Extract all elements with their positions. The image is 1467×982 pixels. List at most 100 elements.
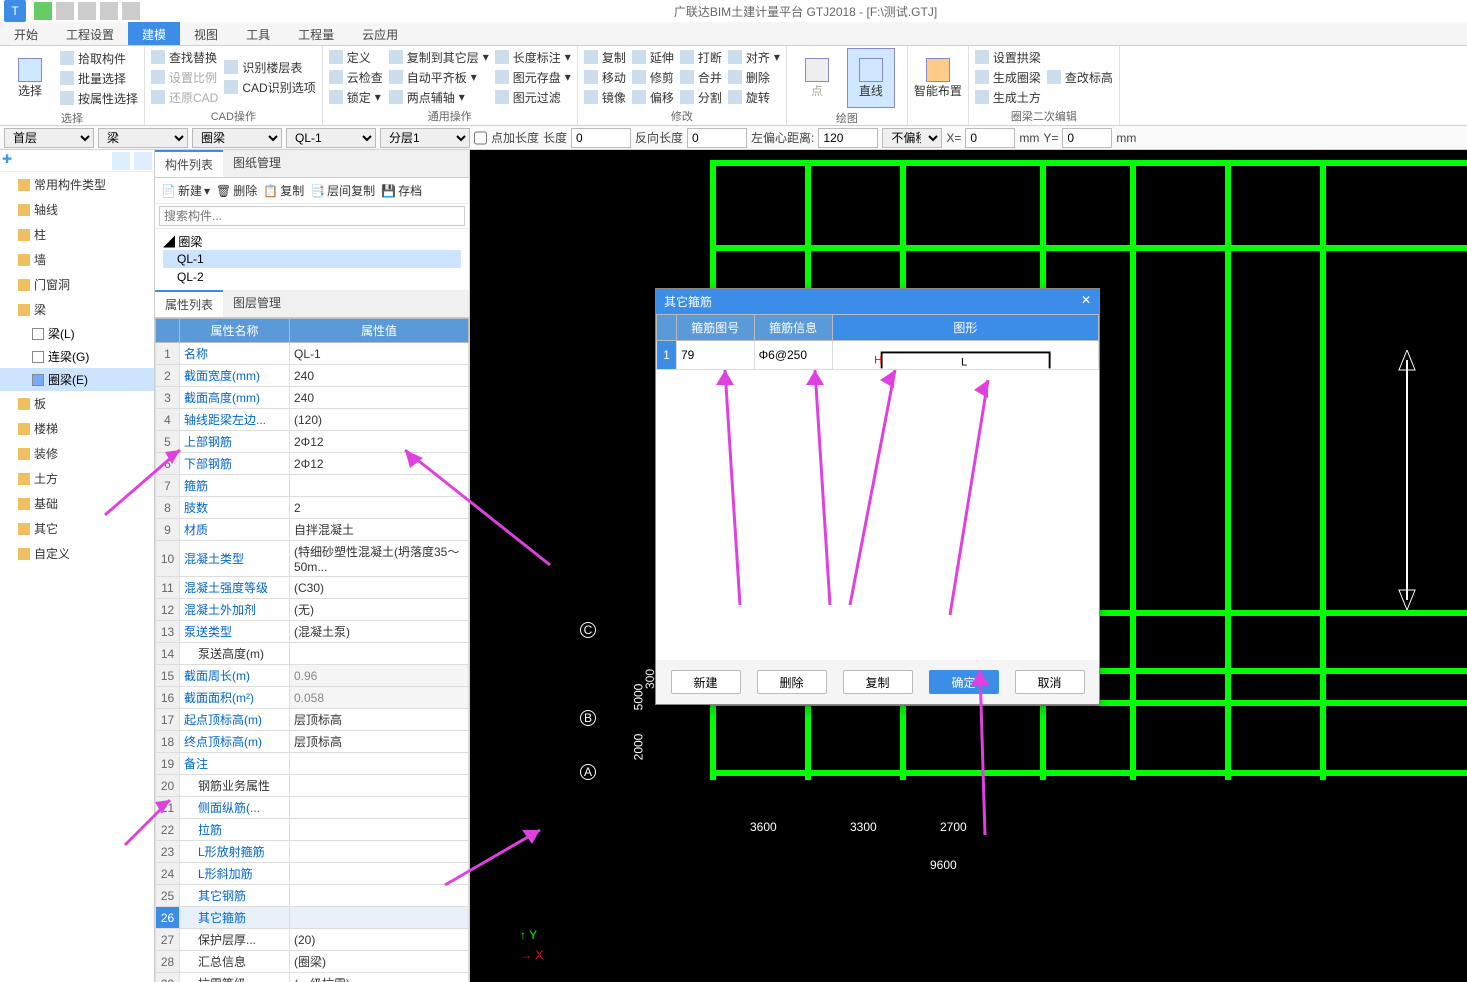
tab-view[interactable]: 视图 <box>180 22 232 45</box>
tab-quantity[interactable]: 工程量 <box>284 22 348 45</box>
revlen-input[interactable] <box>687 128 747 148</box>
subcat-select[interactable]: 圈梁 <box>192 128 282 148</box>
move-button[interactable]: 移动 <box>584 68 626 86</box>
del-button[interactable]: 🗑 删除 <box>216 182 257 199</box>
nav-beam-l[interactable]: 梁(L) <box>0 322 154 345</box>
prop-row[interactable]: 9材质自拌混凝土 <box>156 519 469 541</box>
nav-wall[interactable]: 墙 <box>0 247 154 272</box>
tab-complist[interactable]: 构件列表 <box>155 150 223 177</box>
add-icon[interactable]: ✚ <box>2 152 20 170</box>
tab-tools[interactable]: 工具 <box>232 22 284 45</box>
restore-cad-button[interactable]: 还原CAD <box>151 88 218 106</box>
floor-table-button[interactable]: 识别楼层表 <box>224 58 315 76</box>
line-button[interactable]: 直线 <box>847 48 895 108</box>
category-select[interactable]: 梁 <box>98 128 188 148</box>
dlg-delete-button[interactable]: 删除 <box>757 670 827 694</box>
nav-beam-e[interactable]: 圈梁(E) <box>0 368 154 391</box>
mirror-button[interactable]: 镜像 <box>584 88 626 106</box>
prop-row[interactable]: 8肢数2 <box>156 497 469 519</box>
gen-earth-button[interactable]: 生成土方 <box>975 88 1041 106</box>
copy-button[interactable]: 复制 <box>584 48 626 66</box>
trim-button[interactable]: 修剪 <box>632 68 674 86</box>
extend-checkbox[interactable] <box>474 128 487 148</box>
cad-options-button[interactable]: CAD识别选项 <box>224 78 315 96</box>
prop-row[interactable]: 2截面宽度(mm)240 <box>156 365 469 387</box>
nav-beam-g[interactable]: 连梁(G) <box>0 345 154 368</box>
tree-root[interactable]: ◢ 圈梁 <box>163 233 461 250</box>
dlg-ok-button[interactable]: 确定 <box>929 670 999 694</box>
nav-common[interactable]: 常用构件类型 <box>0 172 154 197</box>
prop-row[interactable]: 3截面高度(mm)240 <box>156 387 469 409</box>
prop-row[interactable]: 27保护层厚...(20) <box>156 929 469 951</box>
nav-other[interactable]: 其它 <box>0 516 154 541</box>
split-button[interactable]: 分割 <box>680 88 722 106</box>
scale-button[interactable]: 设置比例 <box>151 68 218 86</box>
search-input[interactable] <box>159 206 465 226</box>
copy-floor-button[interactable]: 复制到其它层 ▾ <box>389 48 489 66</box>
define-button[interactable]: 定义 <box>329 48 383 66</box>
pick-button[interactable]: 拾取构件 <box>60 49 138 67</box>
prop-row[interactable]: 5上部钢筋2Φ12 <box>156 431 469 453</box>
gen-ring-button[interactable]: 生成圈梁 <box>975 68 1041 86</box>
prop-row[interactable]: 26其它箍筋 <box>156 907 469 929</box>
new-button[interactable]: 📄 新建 ▾ <box>161 182 210 199</box>
nav-beam[interactable]: 梁 <box>0 297 154 322</box>
aux-axis-button[interactable]: 两点辅轴 ▾ <box>389 88 489 106</box>
close-icon[interactable]: ✕ <box>1081 293 1091 310</box>
break-button[interactable]: 打断 <box>680 48 722 66</box>
qat-undo-icon[interactable] <box>56 2 74 20</box>
y-input[interactable] <box>1062 128 1112 148</box>
prop-row[interactable]: 12混凝土外加剂(无) <box>156 599 469 621</box>
nav-opening[interactable]: 门窗洞 <box>0 272 154 297</box>
tab-cloud[interactable]: 云应用 <box>348 22 412 45</box>
prop-row[interactable]: 19备注 <box>156 753 469 775</box>
prop-row[interactable]: 7箍筋 <box>156 475 469 497</box>
archive-button[interactable]: 💾 存档 <box>381 182 422 199</box>
qat-save-icon[interactable] <box>34 2 52 20</box>
save-elem-button[interactable]: 图元存盘 ▾ <box>495 68 571 86</box>
prop-row[interactable]: 20钢筋业务属性 <box>156 775 469 797</box>
prop-row[interactable]: 28汇总信息(圈梁) <box>156 951 469 973</box>
qat-redo-icon[interactable] <box>78 2 96 20</box>
tab-drawings[interactable]: 图纸管理 <box>223 150 291 177</box>
nav-custom[interactable]: 自定义 <box>0 541 154 566</box>
nav-slab[interactable]: 板 <box>0 391 154 416</box>
prop-row[interactable]: 10混凝土类型(特细砂塑性混凝土(坍落度35～50m... <box>156 541 469 577</box>
nav-found[interactable]: 基础 <box>0 491 154 516</box>
dlg-cancel-button[interactable]: 取消 <box>1015 670 1085 694</box>
prop-row[interactable]: 13泵送类型(混凝土泵) <box>156 621 469 643</box>
align-button[interactable]: 对齐 ▾ <box>728 48 780 66</box>
nav-finish[interactable]: 装修 <box>0 441 154 466</box>
tab-model[interactable]: 建模 <box>128 22 180 45</box>
prop-row[interactable]: 16截面面积(m²)0.058 <box>156 687 469 709</box>
dlg-new-button[interactable]: 新建 <box>671 670 741 694</box>
prop-row[interactable]: 21侧面纵筋(... <box>156 797 469 819</box>
prop-row[interactable]: 15截面周长(m)0.96 <box>156 665 469 687</box>
cloud-check-button[interactable]: 云检查 <box>329 68 383 86</box>
prop-row[interactable]: 11混凝土强度等级(C30) <box>156 577 469 599</box>
code-cell[interactable]: 79 <box>677 341 755 370</box>
auto-level-button[interactable]: 自动平齐板 ▾ <box>389 68 489 86</box>
offset-input[interactable] <box>818 128 878 148</box>
list-icon[interactable] <box>112 152 130 170</box>
dim-button[interactable]: 长度标注 ▾ <box>495 48 571 66</box>
tab-start[interactable]: 开始 <box>0 22 52 45</box>
tab-props[interactable]: 属性列表 <box>155 290 223 317</box>
check-elev-button[interactable]: 查改标高 <box>1047 68 1113 86</box>
delete-button[interactable]: 删除 <box>728 68 780 86</box>
tree-item-ql2[interactable]: QL-2 <box>163 268 461 286</box>
extend-button[interactable]: 延伸 <box>632 48 674 66</box>
tab-layers[interactable]: 图层管理 <box>223 290 291 317</box>
prop-row[interactable]: 25其它钢筋 <box>156 885 469 907</box>
attr-select-button[interactable]: 按属性选择 <box>60 89 138 107</box>
prop-row[interactable]: 14泵送高度(m) <box>156 643 469 665</box>
prop-row[interactable]: 29抗震等级(一级抗震) <box>156 973 469 982</box>
dlg-copy-button[interactable]: 复制 <box>843 670 913 694</box>
prop-row[interactable]: 18终点顶标高(m)层顶标高 <box>156 731 469 753</box>
nav-axis[interactable]: 轴线 <box>0 197 154 222</box>
find-replace-button[interactable]: 查找替换 <box>151 48 218 66</box>
tab-settings[interactable]: 工程设置 <box>52 22 128 45</box>
rotate-button[interactable]: 旋转 <box>728 88 780 106</box>
layer-select[interactable]: 分层1 <box>380 128 470 148</box>
prop-row[interactable]: 22拉筋 <box>156 819 469 841</box>
